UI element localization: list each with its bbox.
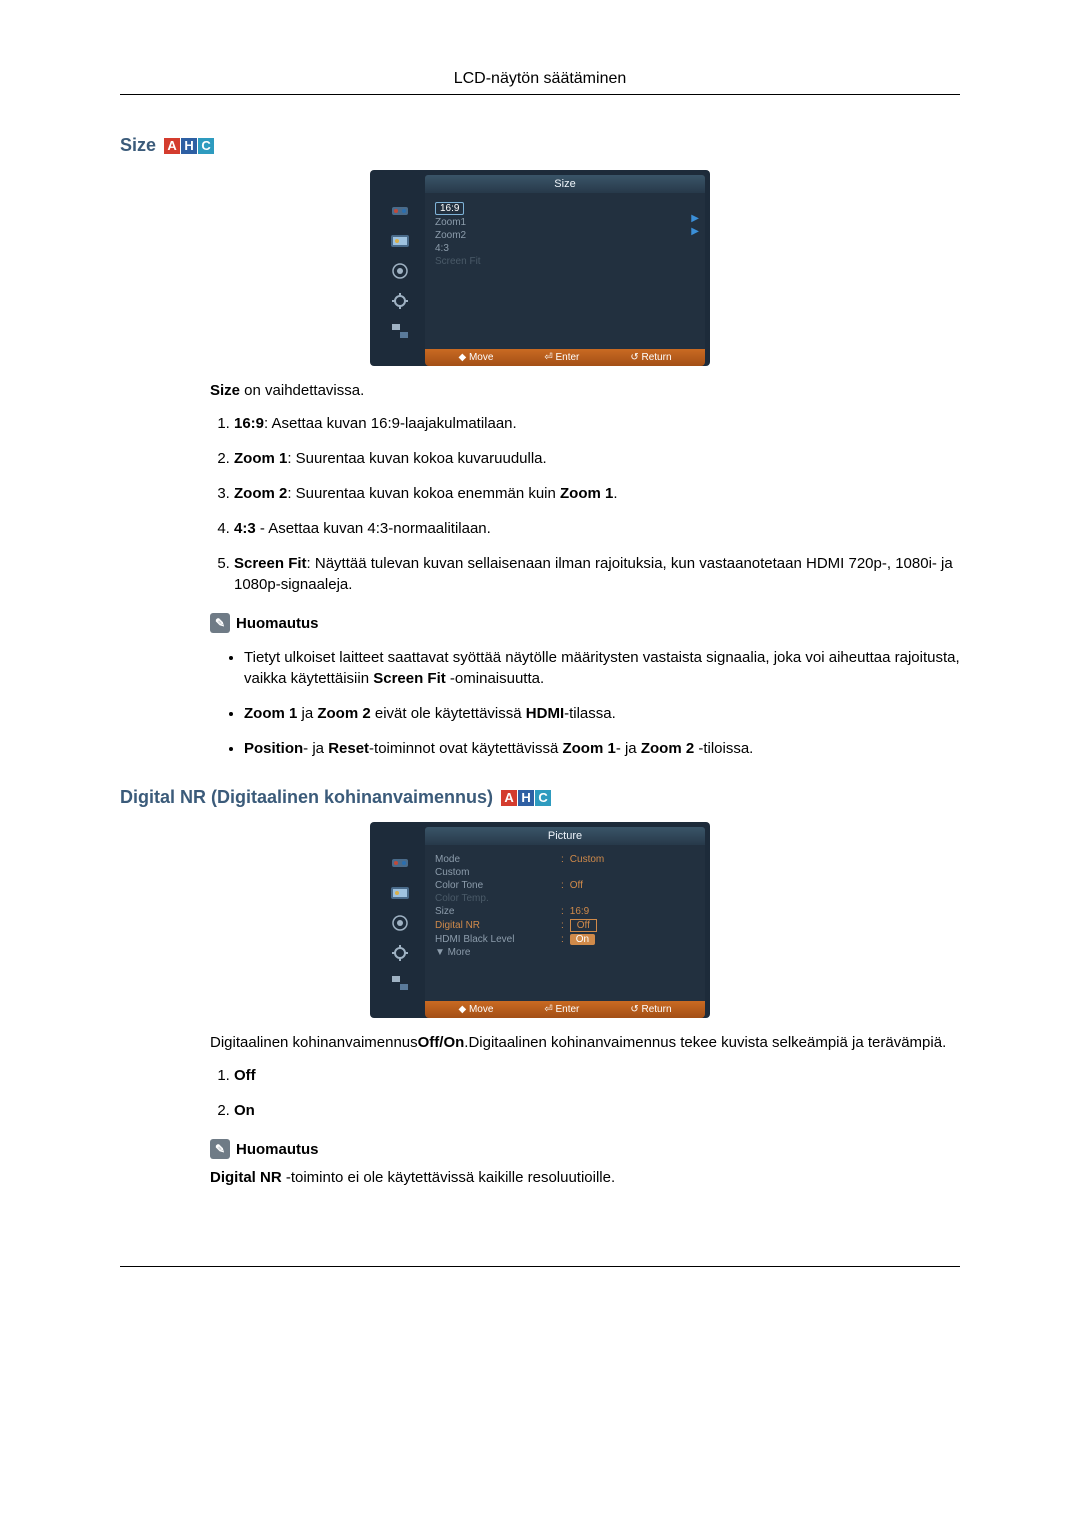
top-rule (120, 94, 960, 95)
ahc-badge: A H C (501, 790, 551, 806)
bottom-rule (120, 1266, 960, 1267)
badge-a-icon: A (164, 138, 180, 154)
ahc-badge: A H C (164, 138, 214, 154)
size-note-1: Tietyt ulkoiset laitteet saattavat syött… (244, 647, 960, 689)
size-item-zoom2: Zoom 2: Suurentaa kuvan kokoa enemmän ku… (234, 483, 960, 504)
page-header-title: LCD-näytön säätäminen (120, 70, 960, 88)
section-nr-heading: Digital NR (Digitaalinen kohinanvaimennu… (120, 787, 960, 808)
multi-icon (384, 971, 416, 995)
size-item-screen-fit: Screen Fit: Näyttää tulevan kuvan sellai… (234, 553, 960, 595)
osd-row-custom: Custom (433, 866, 695, 879)
nr-note-text: Digital NR -toiminto ei ole käytettäviss… (210, 1169, 960, 1186)
nr-mode-list: Off On (210, 1065, 960, 1121)
osd-footer-enter: ⏎ Enter (544, 352, 579, 363)
input-icon (384, 199, 416, 223)
size-note-3: Position- ja Reset-toiminnot ovat käytet… (244, 738, 960, 759)
note-label: Huomautus (236, 1141, 319, 1158)
osd-row-size: Size: 16:9 (433, 905, 695, 918)
section-nr-heading-text: Digital NR (Digitaalinen kohinanvaimennu… (120, 787, 493, 808)
note-heading: ✎ Huomautus (210, 1139, 960, 1159)
note-heading: ✎ Huomautus (210, 613, 960, 633)
setup-icon (384, 941, 416, 965)
osd-row-mode: Mode: Custom (433, 853, 695, 866)
osd-footer-move: ◆ Move (458, 352, 493, 363)
osd-sidebar (375, 845, 425, 1001)
osd-size-title: Size (425, 175, 705, 193)
osd-footer-return: ↺ Return (630, 352, 671, 363)
section-size-heading: Size A H C (120, 135, 960, 156)
osd-row-hdmi-black: HDMI Black Level: On (433, 933, 695, 946)
osd-item-zoom1: Zoom1▶ (433, 216, 695, 229)
multi-icon (384, 319, 416, 343)
size-note-bullets: Tietyt ulkoiset laitteet saattavat syött… (210, 647, 960, 759)
note-label: Huomautus (236, 615, 319, 632)
osd-item-4-3: 4:3 (433, 242, 695, 255)
nr-item-on: On (234, 1100, 960, 1121)
osd-row-color-temp: Color Temp. (433, 892, 695, 905)
size-item-16-9: 16:9: Asettaa kuvan 16:9-laajakulmatilaa… (234, 413, 960, 434)
size-note-2: Zoom 1 ja Zoom 2 eivät ole käytettävissä… (244, 703, 960, 724)
input-icon (384, 851, 416, 875)
sound-icon (384, 911, 416, 935)
setup-icon (384, 289, 416, 313)
badge-c-icon: C (535, 790, 551, 806)
badge-c-icon: C (198, 138, 214, 154)
osd-size-list: 16:9 Zoom1▶ Zoom2▶ 4:3 Screen Fit (433, 201, 695, 268)
osd-sidebar (375, 193, 425, 349)
nr-intro: Digitaalinen kohinanvaimennusOff/On.Digi… (210, 1034, 960, 1051)
osd-item-zoom2: Zoom2▶ (433, 229, 695, 242)
size-item-4-3: 4:3 - Asettaa kuvan 4:3-normaalitilaan. (234, 518, 960, 539)
osd-row-color-tone: Color Tone: Off (433, 879, 695, 892)
section-size-heading-text: Size (120, 135, 156, 156)
osd-picture-list: Mode: Custom Custom Color Tone: Off Colo… (433, 853, 695, 959)
note-icon: ✎ (210, 613, 230, 633)
picture-icon (384, 881, 416, 905)
osd-item-16-9: 16:9 (433, 201, 695, 216)
badge-a-icon: A (501, 790, 517, 806)
chevron-right-icon: ▶ (691, 226, 699, 237)
osd-footer-enter: ⏎ Enter (544, 1004, 579, 1015)
osd-picture-title: Picture (425, 827, 705, 845)
nr-item-off: Off (234, 1065, 960, 1086)
osd-footer-move: ◆ Move (458, 1004, 493, 1015)
osd-row-more: ▼ More (433, 946, 695, 959)
badge-h-icon: H (181, 138, 197, 154)
picture-icon (384, 229, 416, 253)
osd-footer: ◆ Move ⏎ Enter ↺ Return (425, 349, 705, 366)
size-mode-list: 16:9: Asettaa kuvan 16:9-laajakulmatilaa… (210, 413, 960, 595)
badge-h-icon: H (518, 790, 534, 806)
osd-row-digital-nr: Digital NR: Off (433, 918, 695, 933)
osd-item-screen-fit: Screen Fit (433, 255, 695, 268)
osd-size-panel: Size 16:9 Zoom1▶ Zoom2▶ 4:3 Screen Fit (370, 170, 710, 366)
osd-footer: ◆ Move ⏎ Enter ↺ Return (425, 1001, 705, 1018)
sound-icon (384, 259, 416, 283)
osd-footer-return: ↺ Return (630, 1004, 671, 1015)
note-icon: ✎ (210, 1139, 230, 1159)
size-item-zoom1: Zoom 1: Suurentaa kuvan kokoa kuvaruudul… (234, 448, 960, 469)
size-intro: Size on vaihdettavissa. (210, 382, 960, 399)
osd-picture-panel: Picture Mode: Custom Custom Color Tone: … (370, 822, 710, 1018)
chevron-right-icon: ▶ (691, 213, 699, 224)
